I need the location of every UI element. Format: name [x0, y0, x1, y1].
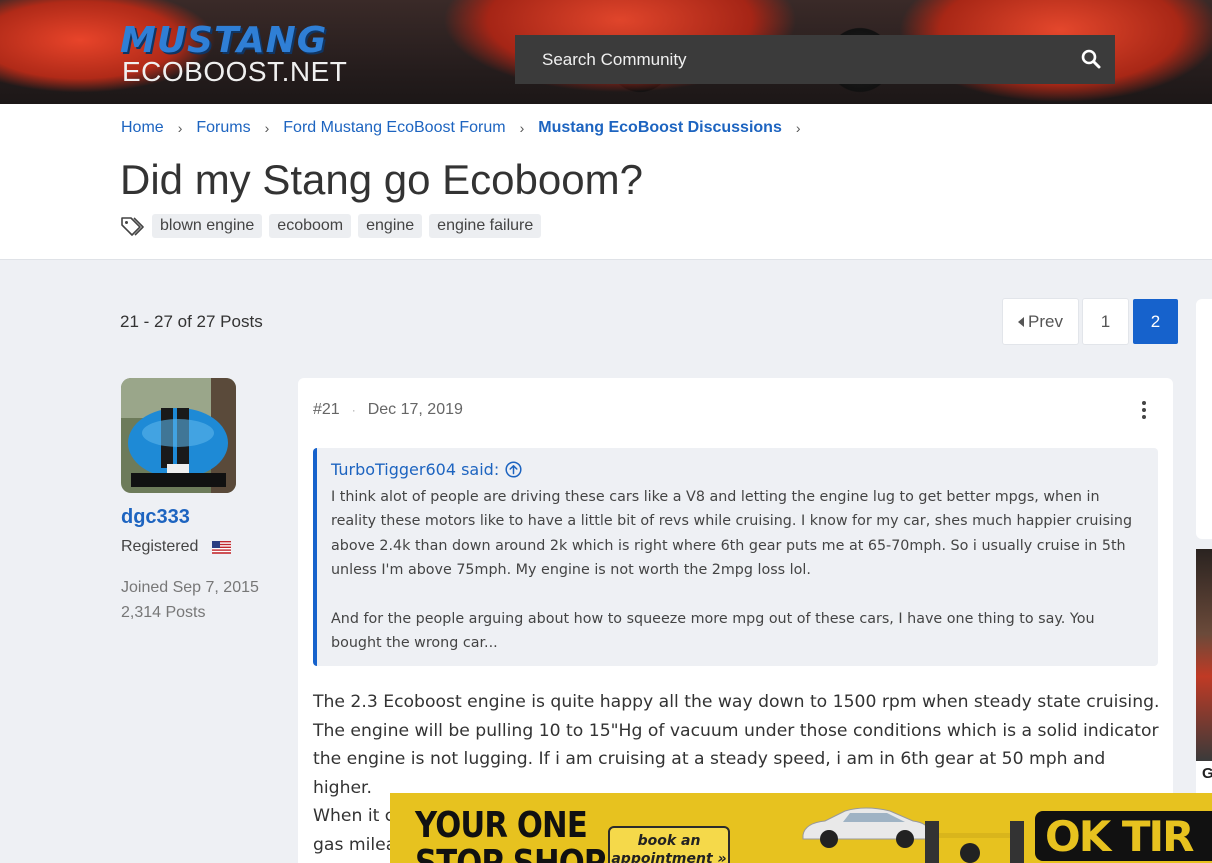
ad-brand-text: OK TIR: [1045, 812, 1194, 861]
post-date[interactable]: Dec 17, 2019: [368, 401, 463, 419]
more-options-icon[interactable]: [1141, 400, 1147, 420]
sidebar-image[interactable]: [1196, 549, 1212, 761]
tag-list: blown engine ecoboom engine engine failu…: [120, 214, 542, 238]
breadcrumb-subforum[interactable]: Mustang EcoBoost Discussions: [538, 119, 782, 137]
tag-blown-engine[interactable]: blown engine: [152, 214, 263, 238]
quote-header[interactable]: TurboTigger604 said:: [331, 460, 1144, 479]
post-paragraph: The 2.3 Ecoboost engine is quite happy a…: [313, 692, 1160, 798]
prev-label: Prev: [1028, 311, 1063, 331]
post-meta: #21 · Dec 17, 2019: [313, 401, 463, 419]
chevron-right-icon: ›: [519, 120, 525, 136]
site-logo[interactable]: MUSTANG ECOBOOST.NET: [120, 20, 395, 87]
ad-cta-button[interactable]: book an appointment »: [608, 826, 730, 863]
breadcrumb-forums[interactable]: Forums: [196, 119, 250, 137]
thread-header: Home › Forums › Ford Mustang EcoBoost Fo…: [0, 104, 1212, 260]
breadcrumb-forum[interactable]: Ford Mustang EcoBoost Forum: [283, 119, 505, 137]
search-input[interactable]: [542, 49, 1062, 70]
post-total: 2,314 Posts: [121, 604, 206, 621]
tag-engine[interactable]: engine: [358, 214, 423, 238]
page-1-button[interactable]: 1: [1083, 299, 1128, 344]
ad-brand-logo: OK TIR: [1035, 811, 1212, 861]
quote-paragraph: And for the people arguing about how to …: [331, 610, 1095, 652]
breadcrumb-home[interactable]: Home: [121, 119, 164, 137]
ad-banner[interactable]: YOUR ONE STOP SHOP book an appointment »…: [390, 793, 1212, 863]
quote-body: I think alot of people are driving these…: [331, 485, 1144, 655]
sidebar-widget: [1196, 299, 1212, 539]
logo-line1: MUSTANG: [120, 20, 328, 61]
ad-headline: YOUR ONE STOP SHOP: [415, 805, 606, 863]
post-card: #21 · Dec 17, 2019 TurboTigger604 said: …: [298, 378, 1173, 863]
chevron-right-icon: ›: [795, 120, 801, 136]
prev-page-button[interactable]: Prev: [1003, 299, 1078, 344]
avatar-image: [121, 378, 236, 493]
header-banner: MUSTANG ECOBOOST.NET: [0, 0, 1212, 104]
sidebar-caption-text: G: [1202, 765, 1212, 782]
user-role: Registered: [121, 538, 232, 556]
breadcrumb: Home › Forums › Ford Mustang EcoBoost Fo…: [121, 119, 815, 137]
join-date: Joined Sep 7, 2015: [121, 579, 259, 596]
page-2-button[interactable]: 2: [1133, 299, 1178, 344]
tags-icon: [121, 217, 144, 236]
post-number[interactable]: #21: [313, 401, 340, 419]
quote-block: TurboTigger604 said: I think alot of peo…: [313, 448, 1158, 666]
us-flag-icon: [212, 540, 232, 554]
search-icon[interactable]: [1081, 49, 1101, 69]
tag-engine-failure[interactable]: engine failure: [429, 214, 542, 238]
pagination: Prev 1 2: [1003, 299, 1178, 344]
chevron-right-icon: ›: [264, 120, 270, 136]
quote-author: TurboTigger604 said:: [331, 460, 500, 479]
caret-left-icon: [1018, 316, 1025, 327]
car-icon: [802, 807, 930, 848]
page-title: Did my Stang go Ecoboom?: [120, 156, 643, 203]
chevron-right-icon: ›: [177, 120, 183, 136]
user-stats: Joined Sep 7, 2015 2,314 Posts: [121, 575, 259, 625]
post-count: 21 - 27 of 27 Posts: [120, 312, 263, 331]
sidebar-caption: G: [1196, 761, 1212, 793]
logo-line2: ECOBOOST.NET: [122, 56, 348, 87]
ad-headline-line1: YOUR ONE: [415, 805, 588, 846]
separator-dot: ·: [351, 403, 356, 417]
ad-headline-line2: STOP SHOP: [415, 845, 606, 863]
tag-ecoboom[interactable]: ecoboom: [269, 214, 352, 238]
avatar[interactable]: [121, 378, 236, 493]
quote-paragraph: I think alot of people are driving these…: [331, 489, 1133, 579]
username[interactable]: dgc333: [121, 506, 190, 529]
role-label: Registered: [121, 538, 199, 555]
car-lift-icon: [925, 821, 1024, 863]
arrow-up-circle-icon[interactable]: [505, 461, 522, 478]
search-bar: [515, 35, 1115, 84]
